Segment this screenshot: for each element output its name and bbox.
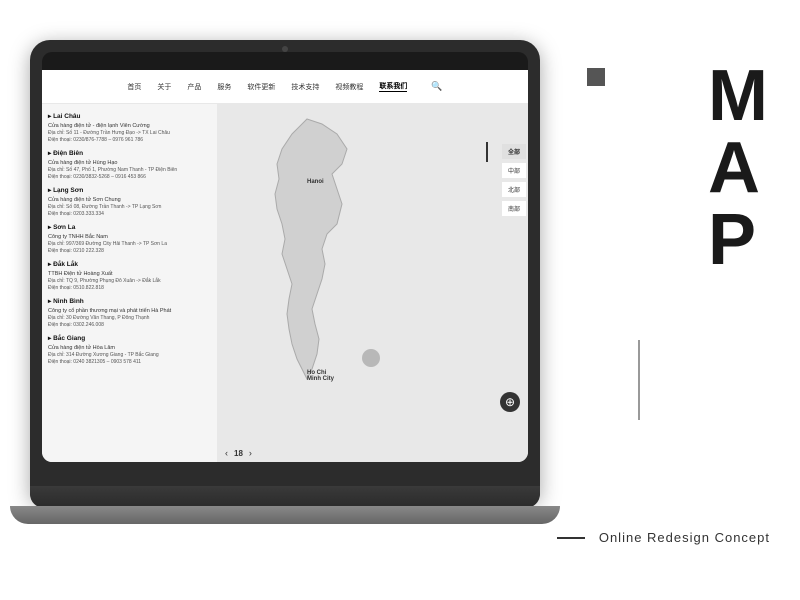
bottom-label-area: Online Redesign Concept <box>557 530 770 545</box>
region-lai-chau: ▸ Lai Châu Cửa hàng điện tử - điện lạnh … <box>48 112 211 143</box>
region-son-la: ▸ Sơn La Công ty TNHH Bắc Nam Địa chỉ: 9… <box>48 223 211 254</box>
laptop-body: 首页 关于 产品 服务 软件更新 技术支持 视频教程 联系我们 🔍 <box>30 40 540 500</box>
main-content-area: ▸ Lai Châu Cửa hàng điện tử - điện lạnh … <box>42 104 528 462</box>
map-title-m: M <box>708 60 770 132</box>
page-number: 18 <box>234 449 243 458</box>
screen-bezel: 首页 关于 产品 服务 软件更新 技术支持 视频教程 联系我们 🔍 <box>42 52 528 462</box>
dash-line <box>557 537 585 539</box>
nav-home[interactable]: 首页 <box>127 82 141 92</box>
region-lai-chau-title: ▸ Lai Châu <box>48 112 211 120</box>
filter-central[interactable]: 中部 <box>502 163 526 178</box>
region-bac-giang-title: ▸ Bắc Giang <box>48 334 211 342</box>
filter-all[interactable]: 全部 <box>502 144 526 159</box>
list-item: TTBH Điện tử Hoàng Xuất Địa chỉ: TQ 9, P… <box>48 271 211 291</box>
filter-north[interactable]: 北部 <box>502 182 526 197</box>
map-title-p: P <box>708 204 758 276</box>
list-item: Cửa hàng điện tử Hùng Hạo Địa chỉ: Số 47… <box>48 160 211 180</box>
hcmc-label: Ho Chi Minh City <box>307 370 334 382</box>
nav-about[interactable]: 关于 <box>157 82 171 92</box>
region-ninh-binh-title: ▸ Ninh Bình <box>48 297 211 305</box>
region-dak-lak: ▸ Đắk Lắk TTBH Điện tử Hoàng Xuất Địa ch… <box>48 260 211 291</box>
region-dien-bien: ▸ Điện Biên Cửa hàng điện tử Hùng Hạo Đị… <box>48 149 211 180</box>
location-list: ▸ Lai Châu Cửa hàng điện tử - điện lạnh … <box>42 104 217 462</box>
vertical-accent-line <box>638 340 640 420</box>
vietnam-map-svg <box>237 114 377 414</box>
region-dien-bien-title: ▸ Điện Biên <box>48 149 211 157</box>
list-item: Cửa hàng điện tử Hòa Lâm Địa chỉ: 314 Đư… <box>48 345 211 365</box>
laptop-base <box>30 486 540 508</box>
list-item: Cửa hàng điện tử Sơn Chung Địa chỉ: Số 0… <box>48 197 211 217</box>
nav-service[interactable]: 服务 <box>217 82 231 92</box>
prev-page-button[interactable]: ‹ <box>225 448 228 458</box>
search-icon[interactable]: 🔍 <box>431 81 442 92</box>
region-son-la-title: ▸ Sơn La <box>48 223 211 231</box>
map-title-a: A <box>708 132 762 204</box>
filter-divider <box>486 142 488 162</box>
hanoi-label: Hanoi <box>307 179 324 185</box>
decorative-square <box>587 68 605 86</box>
region-lang-son-title: ▸ Lạng Sơn <box>48 186 211 194</box>
nav-video[interactable]: 视频教程 <box>335 82 363 92</box>
list-item: Công ty cổ phần thương mại và phát triển… <box>48 308 211 328</box>
nav-items: 首页 关于 产品 服务 软件更新 技术支持 视频教程 联系我们 🔍 <box>127 81 442 92</box>
nav-software[interactable]: 软件更新 <box>247 82 275 92</box>
map-area: Hanoi Ho Chi Minh City 全 <box>217 104 528 462</box>
laptop-base-lip <box>10 506 560 524</box>
pagination: ‹ 18 › <box>225 448 252 458</box>
map-title-panel: M A P <box>708 60 770 276</box>
map-location-dot <box>362 349 380 367</box>
list-item: Cửa hàng điện tử - điện lạnh Viên Cường … <box>48 123 211 143</box>
navbar: 首页 关于 产品 服务 软件更新 技术支持 视频教程 联系我们 🔍 <box>42 70 528 104</box>
bottom-label-text: Online Redesign Concept <box>599 530 770 545</box>
zoom-control[interactable]: ⊕ <box>500 392 520 412</box>
region-filter-panel: 全部 中部 北部 南部 <box>502 144 526 216</box>
region-ninh-binh: ▸ Ninh Bình Công ty cổ phần thương mại v… <box>48 297 211 328</box>
next-page-button[interactable]: › <box>249 448 252 458</box>
nav-support[interactable]: 技术支持 <box>291 82 319 92</box>
region-lang-son: ▸ Lạng Sơn Cửa hàng điện tử Sơn Chung Đị… <box>48 186 211 217</box>
region-bac-giang: ▸ Bắc Giang Cửa hàng điện tử Hòa Lâm Địa… <box>48 334 211 365</box>
webcam <box>282 46 288 52</box>
list-item: Công ty TNHH Bắc Nam Địa chỉ: 997/369 Đư… <box>48 234 211 254</box>
region-dak-lak-title: ▸ Đắk Lắk <box>48 260 211 268</box>
nav-contact[interactable]: 联系我们 <box>379 81 407 92</box>
laptop-wrapper: 首页 关于 产品 服务 软件更新 技术支持 视频教程 联系我们 🔍 <box>20 30 550 570</box>
nav-product[interactable]: 产品 <box>187 82 201 92</box>
filter-south[interactable]: 南部 <box>502 201 526 216</box>
screen-content: 首页 关于 产品 服务 软件更新 技术支持 视频教程 联系我们 🔍 <box>42 70 528 462</box>
